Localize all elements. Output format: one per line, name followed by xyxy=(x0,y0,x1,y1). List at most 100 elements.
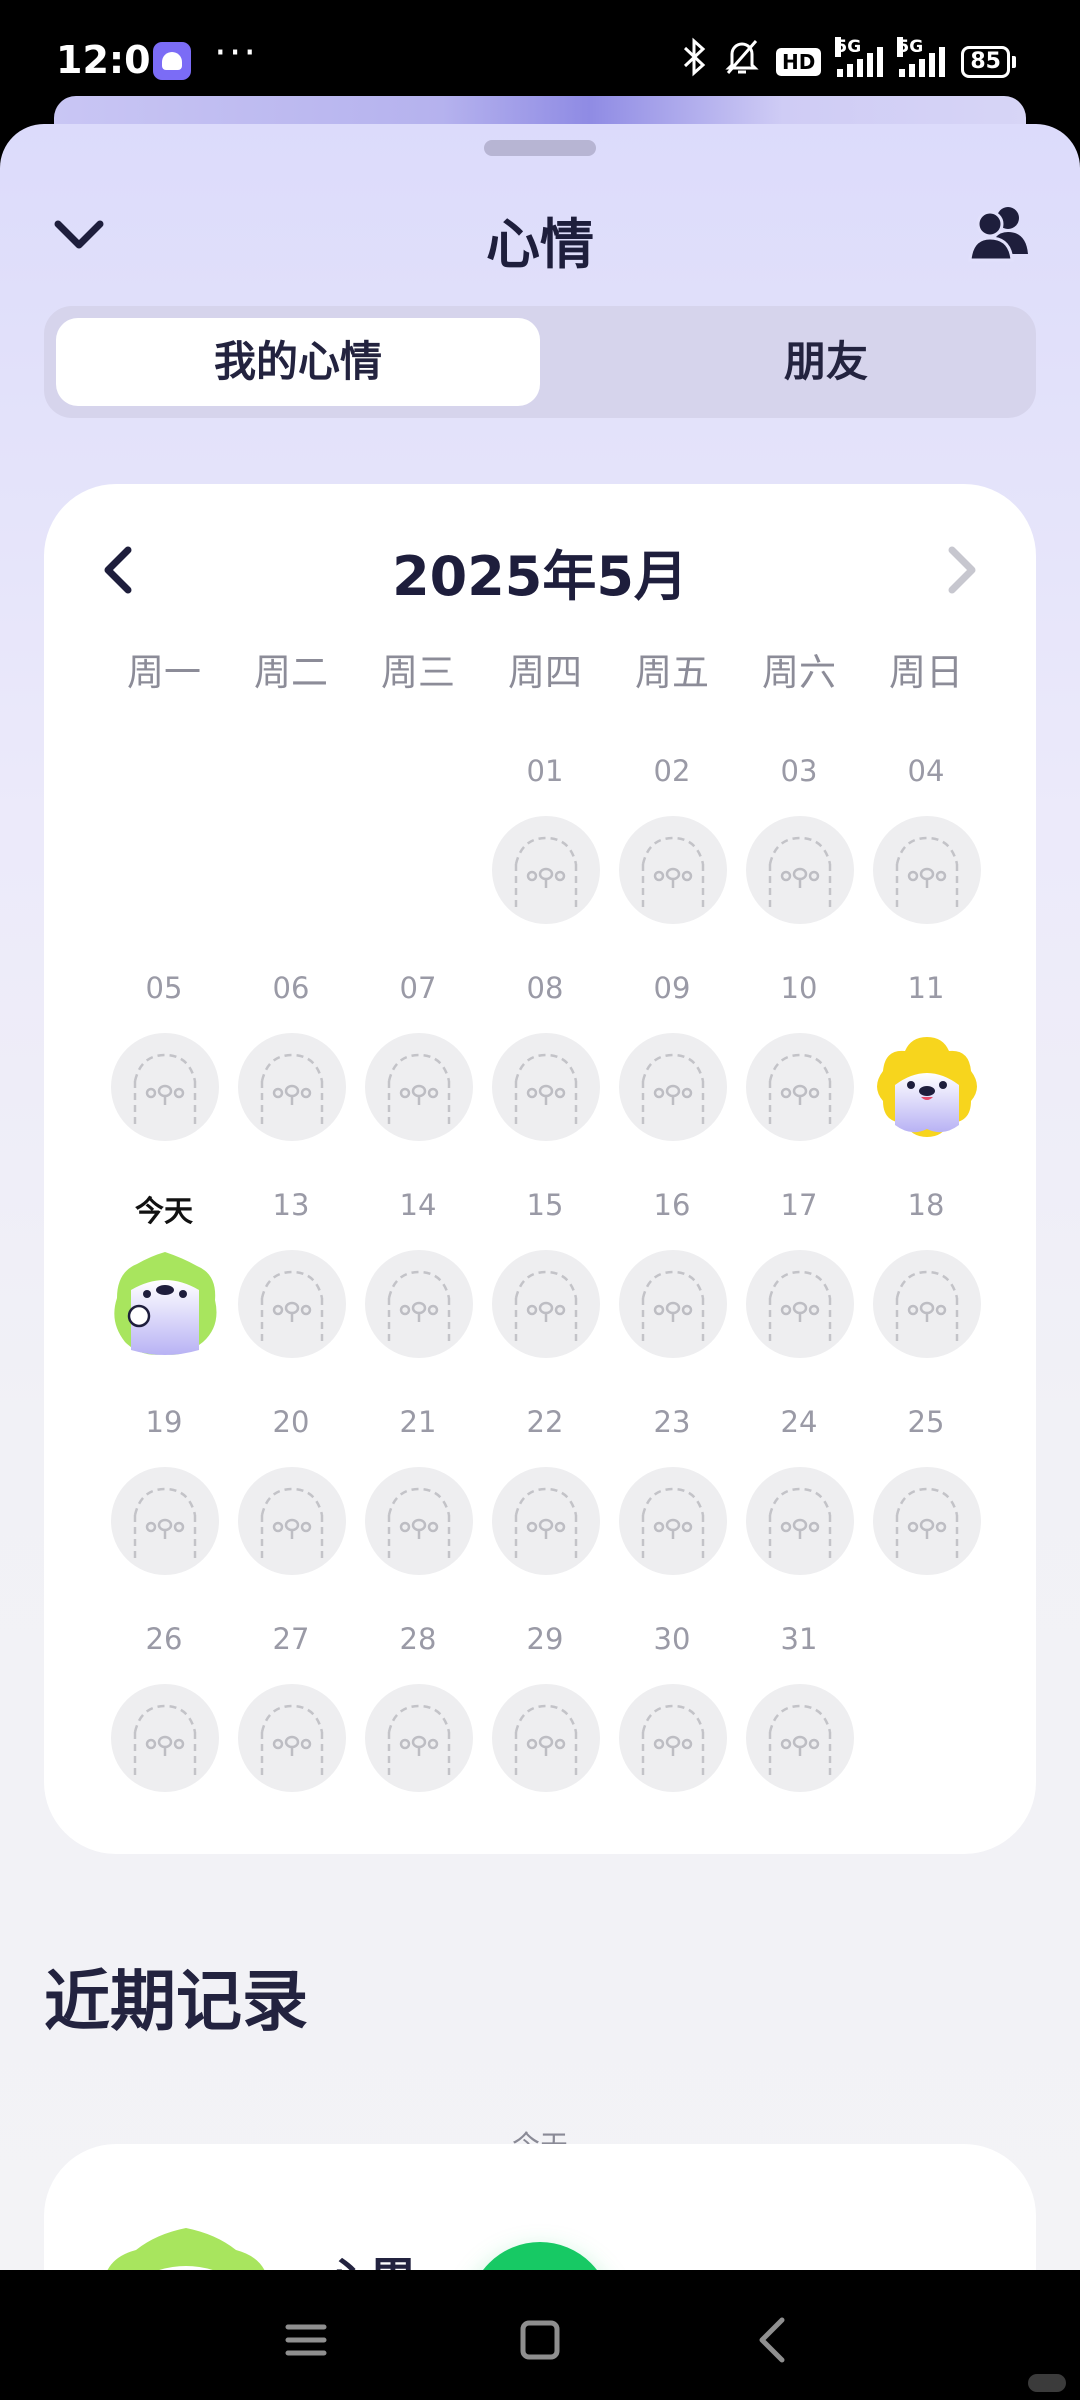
recent-records-heading: 近期记录 xyxy=(44,1963,308,2040)
day-number: 29 xyxy=(526,1622,564,1656)
day-number: 25 xyxy=(907,1405,945,1439)
signal-icon: 5G xyxy=(835,37,884,77)
day-number: 27 xyxy=(272,1622,310,1656)
empty-mood-placeholder-icon xyxy=(111,1467,219,1575)
calendar-day[interactable]: 23 xyxy=(609,1405,735,1589)
calendar-day[interactable]: 04 xyxy=(863,754,989,938)
calendar-day[interactable]: 06 xyxy=(228,971,354,1155)
calendar-day[interactable]: 27 xyxy=(228,1622,354,1806)
day-number: 05 xyxy=(145,971,183,1005)
calendar-day[interactable]: 24 xyxy=(736,1405,862,1589)
empty-mood-placeholder-icon xyxy=(746,1250,854,1358)
mood-sheet: 心情 我的心情 朋友 2025年5月 周一 周二 周三 周四 周五 周六 周日 xyxy=(0,124,1080,2270)
calendar-day[interactable]: 07 xyxy=(355,971,481,1155)
calendar-day[interactable]: 25 xyxy=(863,1405,989,1589)
empty-mood-placeholder-icon xyxy=(619,816,727,924)
calendar-day[interactable]: 31 xyxy=(736,1622,862,1806)
view-switcher: 我的心情 朋友 xyxy=(44,306,1036,418)
weekday-label: 周五 xyxy=(635,651,709,694)
calendar-day[interactable]: 03 xyxy=(736,754,862,938)
weekday-label: 周六 xyxy=(762,651,836,694)
empty-mood-placeholder-icon xyxy=(365,1467,473,1575)
calendar-day[interactable]: 13 xyxy=(228,1188,354,1372)
empty-mood-placeholder-icon xyxy=(492,1467,600,1575)
calendar-day[interactable]: 02 xyxy=(609,754,735,938)
calendar-day[interactable]: 10 xyxy=(736,971,862,1155)
recent-apps-button[interactable] xyxy=(276,2310,336,2370)
day-number: 06 xyxy=(272,971,310,1005)
day-number: 14 xyxy=(399,1188,437,1222)
day-number: 18 xyxy=(907,1188,945,1222)
chevron-right-icon xyxy=(948,546,976,594)
empty-mood-placeholder-icon xyxy=(238,1033,346,1141)
friends-button[interactable] xyxy=(968,202,1032,266)
calendar-day[interactable]: 15 xyxy=(482,1188,608,1372)
battery-level: 85 xyxy=(961,46,1010,78)
day-number: 08 xyxy=(526,971,564,1005)
day-number: 16 xyxy=(653,1188,691,1222)
empty-mood-placeholder-icon xyxy=(365,1250,473,1358)
next-month-button[interactable] xyxy=(934,540,990,600)
calendar-day[interactable]: 14 xyxy=(355,1188,481,1372)
day-number: 07 xyxy=(399,971,437,1005)
calendar-day[interactable]: 21 xyxy=(355,1405,481,1589)
home-button[interactable] xyxy=(510,2310,570,2370)
weekday-header: 周一 周二 周三 周四 周五 周六 周日 xyxy=(101,642,989,694)
calendar-day[interactable]: 11 xyxy=(863,971,989,1155)
calendar-day[interactable]: 08 xyxy=(482,971,608,1155)
empty-mood-placeholder-icon xyxy=(238,1684,346,1792)
back-button[interactable] xyxy=(744,2310,804,2370)
day-number: 23 xyxy=(653,1405,691,1439)
empty-mood-placeholder-icon xyxy=(492,1033,600,1141)
empty-mood-placeholder-icon xyxy=(238,1467,346,1575)
day-number: 今天 xyxy=(134,1194,193,1228)
drag-handle[interactable] xyxy=(484,140,596,156)
calendar-day[interactable]: 09 xyxy=(609,971,735,1155)
hd-badge: HD xyxy=(776,48,822,76)
watermark-badge xyxy=(1028,2374,1066,2392)
weekday-label: 周一 xyxy=(127,651,201,694)
day-number: 20 xyxy=(272,1405,310,1439)
tired-green-mood-icon xyxy=(111,1250,219,1358)
day-number: 17 xyxy=(780,1188,818,1222)
home-icon xyxy=(520,2320,560,2360)
day-number: 13 xyxy=(272,1188,310,1222)
tab-my-mood[interactable]: 我的心情 xyxy=(56,318,540,406)
mood-calendar: 2025年5月 周一 周二 周三 周四 周五 周六 周日 01 02 03 04 05 0… xyxy=(44,484,1036,1854)
calendar-day[interactable]: 19 xyxy=(101,1405,227,1589)
empty-mood-placeholder-icon xyxy=(619,1250,727,1358)
calendar-day[interactable]: 05 xyxy=(101,971,227,1155)
calendar-day[interactable]: 29 xyxy=(482,1622,608,1806)
day-number: 09 xyxy=(653,971,691,1005)
calendar-day[interactable]: 18 xyxy=(863,1188,989,1372)
tab-friends[interactable]: 朋友 xyxy=(584,318,1068,406)
calendar-day[interactable]: 22 xyxy=(482,1405,608,1589)
happy-yellow-mood-icon xyxy=(873,1033,981,1141)
calendar-day[interactable]: 30 xyxy=(609,1622,735,1806)
calendar-day[interactable]: 16 xyxy=(609,1188,735,1372)
battery-icon: 85 xyxy=(961,46,1016,78)
weekday-label: 周日 xyxy=(889,651,963,694)
calendar-day[interactable]: 17 xyxy=(736,1188,862,1372)
day-number: 11 xyxy=(907,971,945,1005)
empty-mood-placeholder-icon xyxy=(746,1467,854,1575)
empty-mood-placeholder-icon xyxy=(746,1684,854,1792)
calendar-day[interactable]: 28 xyxy=(355,1622,481,1806)
calendar-day[interactable]: 01 xyxy=(482,754,608,938)
menu-icon xyxy=(285,2324,327,2356)
more-notifications: ··· xyxy=(214,30,259,76)
empty-mood-placeholder-icon xyxy=(746,816,854,924)
day-number: 01 xyxy=(526,754,564,788)
empty-mood-placeholder-icon xyxy=(746,1033,854,1141)
day-number: 03 xyxy=(780,754,818,788)
day-number: 22 xyxy=(526,1405,564,1439)
back-icon xyxy=(759,2317,785,2363)
empty-mood-placeholder-icon xyxy=(365,1684,473,1792)
empty-mood-placeholder-icon xyxy=(492,1250,600,1358)
day-number: 19 xyxy=(145,1405,183,1439)
calendar-day[interactable]: 26 xyxy=(101,1622,227,1806)
month-label: 2025年5月 xyxy=(392,545,688,608)
calendar-day[interactable]: 20 xyxy=(228,1405,354,1589)
empty-mood-placeholder-icon xyxy=(238,1250,346,1358)
calendar-day[interactable]: 今天 xyxy=(101,1188,227,1372)
